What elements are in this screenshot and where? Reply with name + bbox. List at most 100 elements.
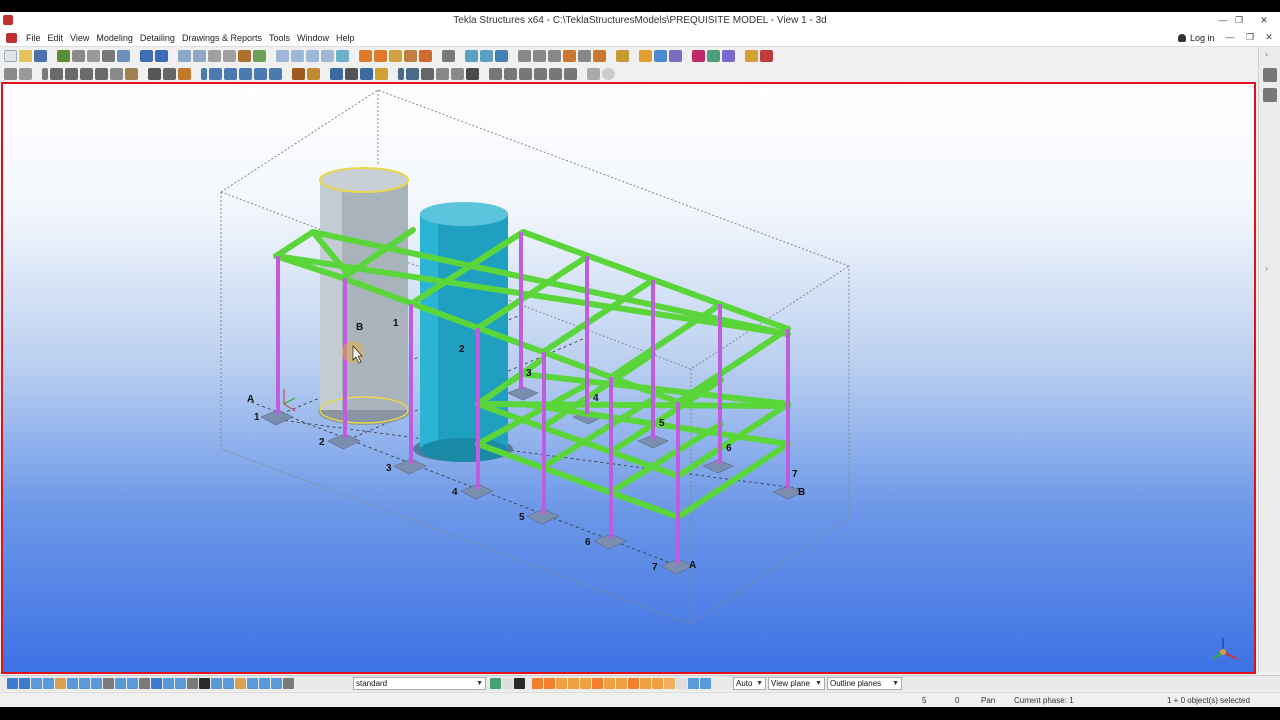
select-points-icon[interactable] xyxy=(91,678,102,689)
view-3d-icon[interactable] xyxy=(336,50,349,62)
select-planes-icon[interactable] xyxy=(187,678,198,689)
filter-settings-icon[interactable] xyxy=(490,678,501,689)
close-button[interactable]: ✕ xyxy=(1257,14,1271,26)
select-parts-switch-icon[interactable] xyxy=(19,678,30,689)
print-icon[interactable] xyxy=(72,50,85,62)
zoom-icon[interactable] xyxy=(389,50,402,62)
projection-point-icon[interactable] xyxy=(593,50,606,62)
snap-any-position-icon[interactable] xyxy=(568,678,579,689)
create-view-icon[interactable] xyxy=(359,50,372,62)
select-surface-icon[interactable] xyxy=(31,678,42,689)
fitting-icon[interactable] xyxy=(451,68,464,80)
plate-icon[interactable] xyxy=(110,68,123,80)
share-icon[interactable] xyxy=(57,50,70,62)
snap-points-icon[interactable] xyxy=(592,678,603,689)
snap-intersections-icon[interactable] xyxy=(640,678,651,689)
new-model-icon[interactable] xyxy=(4,50,17,62)
select-pour-icon[interactable] xyxy=(211,678,222,689)
arc-point-icon[interactable] xyxy=(578,50,591,62)
minimize-button[interactable]: — xyxy=(1216,14,1230,26)
menu-modeling[interactable]: Modeling xyxy=(96,33,133,43)
weld-icon[interactable] xyxy=(163,68,176,80)
web-icon[interactable] xyxy=(722,50,735,62)
curved-beam-icon[interactable] xyxy=(80,68,93,80)
copy-icon[interactable] xyxy=(178,50,191,62)
select-bolts-icon[interactable] xyxy=(127,678,138,689)
restore-button[interactable]: ❐ xyxy=(1232,14,1246,26)
cut-icon[interactable] xyxy=(238,50,251,62)
bolt-icon[interactable] xyxy=(148,68,161,80)
snap-middle-icon[interactable] xyxy=(504,68,517,80)
component-icon[interactable] xyxy=(178,68,191,80)
view-grid-icon[interactable] xyxy=(306,50,319,62)
select-objects-icon[interactable] xyxy=(163,678,174,689)
snap-centers-icon[interactable] xyxy=(616,678,627,689)
point-icon[interactable] xyxy=(548,50,561,62)
measure-icon[interactable] xyxy=(442,50,455,62)
concrete-beam-icon[interactable] xyxy=(209,68,222,80)
select-grids-icon[interactable] xyxy=(103,678,114,689)
move-icon[interactable] xyxy=(208,50,221,62)
select-reference-icon[interactable] xyxy=(115,678,126,689)
menu-view[interactable]: View xyxy=(70,33,89,43)
select-welds-icon[interactable] xyxy=(43,678,54,689)
settings-icon[interactable] xyxy=(102,50,115,62)
select-tool-icon[interactable] xyxy=(514,678,525,689)
doc-minimize-button[interactable]: — xyxy=(1223,32,1237,42)
snap-intersection-icon[interactable] xyxy=(519,68,532,80)
menu-detailing[interactable]: Detailing xyxy=(140,33,175,43)
menu-tools[interactable]: Tools xyxy=(269,33,290,43)
select-cuts-icon[interactable] xyxy=(55,678,66,689)
work-area-icon[interactable] xyxy=(374,50,387,62)
numbering-icon[interactable] xyxy=(669,50,682,62)
view-properties-icon[interactable] xyxy=(276,50,289,62)
snap-reference-lines-icon[interactable] xyxy=(532,678,543,689)
rebar-group-icon[interactable] xyxy=(307,68,320,80)
grid-icon[interactable] xyxy=(518,50,531,62)
save-icon[interactable] xyxy=(34,50,47,62)
menu-drawings-reports[interactable]: Drawings & Reports xyxy=(182,33,262,43)
cast-unit-icon[interactable] xyxy=(360,68,373,80)
applications-components-icon[interactable] xyxy=(1263,88,1277,102)
grid-line-icon[interactable] xyxy=(533,50,546,62)
inquire-icon[interactable] xyxy=(465,50,478,62)
move-special-icon[interactable] xyxy=(223,50,236,62)
select-all-objects-icon[interactable] xyxy=(199,678,210,689)
analysis-icon[interactable] xyxy=(707,50,720,62)
selection-filter-select[interactable]: standard ▼ xyxy=(353,677,486,690)
surface-treatment-icon[interactable] xyxy=(375,68,388,80)
select-connection-icon[interactable] xyxy=(247,678,258,689)
snap-nearest-points-icon[interactable] xyxy=(556,678,567,689)
object-properties-icon[interactable] xyxy=(1263,68,1277,82)
catalog-icon[interactable] xyxy=(117,50,130,62)
select-loads-icon[interactable] xyxy=(79,678,90,689)
snapshot-icon[interactable] xyxy=(616,50,629,62)
select-parts-icon[interactable] xyxy=(19,68,32,80)
rebar-icon[interactable] xyxy=(292,68,305,80)
snap-perpendicular-icon[interactable] xyxy=(534,68,547,80)
pour-icon[interactable] xyxy=(345,68,358,80)
copy-special-icon[interactable] xyxy=(193,50,206,62)
redo-icon[interactable] xyxy=(155,50,168,62)
pad-footing-icon[interactable] xyxy=(269,68,282,80)
column-icon[interactable] xyxy=(42,68,48,80)
menu-window[interactable]: Window xyxy=(297,33,329,43)
menu-help[interactable]: Help xyxy=(336,33,355,43)
snap-any-icon[interactable] xyxy=(587,68,600,80)
side-pane-scroll-icon[interactable]: › xyxy=(1265,263,1268,273)
snap-midpoints-icon[interactable] xyxy=(628,678,639,689)
clash-check-icon[interactable] xyxy=(692,50,705,62)
snap-geometry-lines-icon[interactable] xyxy=(544,678,555,689)
snap-center-icon[interactable] xyxy=(602,68,615,80)
select-dimension-icon[interactable] xyxy=(283,678,294,689)
status-current-phase[interactable]: Current phase: 1 xyxy=(1014,696,1074,705)
assembly-icon[interactable] xyxy=(330,68,343,80)
snap-line-icon[interactable] xyxy=(549,68,562,80)
blue-tank[interactable] xyxy=(413,202,513,462)
beam-icon[interactable] xyxy=(50,68,63,80)
model-3d-canvas[interactable]: B 1 2 A 1 2 3 4 5 6 7 A 3 4 5 6 7 B xyxy=(3,84,1254,672)
polybeam-icon[interactable] xyxy=(65,68,78,80)
snap-depth-icon[interactable] xyxy=(700,678,711,689)
menu-file[interactable]: File xyxy=(26,33,41,43)
doc-restore-button[interactable]: ❐ xyxy=(1243,32,1257,43)
